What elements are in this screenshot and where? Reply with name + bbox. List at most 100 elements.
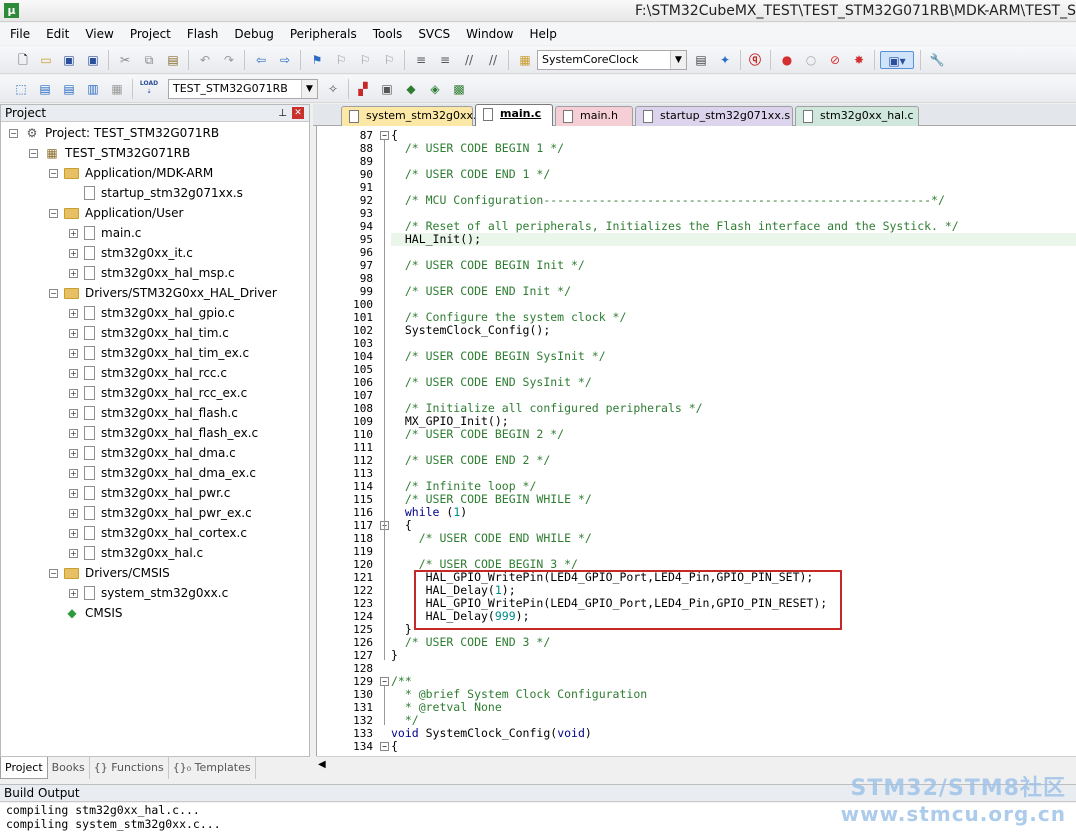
expand-toggle-icon[interactable]: − (49, 208, 58, 218)
tree-item[interactable]: − ⚙ Project: TEST_STM32G071RB (9, 123, 219, 143)
chevron-down-icon[interactable]: ▼ (301, 80, 317, 98)
tree-item[interactable]: + stm32g0xx_hal_flash.c (69, 403, 238, 423)
tree-item[interactable]: + stm32g0xx_hal_dma_ex.c (69, 463, 256, 483)
tree-item[interactable]: − Drivers/STM32G0xx_HAL_Driver (49, 283, 277, 303)
expand-toggle-icon[interactable]: + (69, 388, 78, 398)
undo-icon[interactable]: ↶ (196, 51, 214, 69)
expand-toggle-icon[interactable]: − (9, 128, 18, 138)
indent-icon[interactable]: ≡ (412, 51, 430, 69)
editor-tab[interactable]: main.h (555, 106, 633, 126)
stm32cubemx-icon[interactable]: ▩ (450, 80, 468, 98)
window-layout-dropdown[interactable]: ▣▾ (880, 51, 914, 69)
comment-icon[interactable]: // (460, 51, 478, 69)
tree-item[interactable]: − Drivers/CMSIS (49, 563, 170, 583)
expand-toggle-icon[interactable]: + (69, 348, 78, 358)
kill-breakpoints-icon[interactable]: ✸ (850, 51, 868, 69)
target-combo[interactable]: TEST_STM32G071RB ▼ (168, 79, 318, 99)
prev-bookmark-icon[interactable]: ⚐ (332, 51, 350, 69)
menu-help[interactable]: Help (521, 27, 564, 41)
expand-toggle-icon[interactable]: + (69, 408, 78, 418)
save-icon[interactable]: ▣ (60, 51, 78, 69)
code-editor[interactable]: 87−{88 /* USER CODE BEGIN 1 */89 90 /* US… (316, 126, 1076, 756)
expand-toggle-icon[interactable]: + (69, 468, 78, 478)
disable-breakpoints-icon[interactable]: ⊘ (826, 51, 844, 69)
menu-peripherals[interactable]: Peripherals (282, 27, 365, 41)
clear-bookmarks-icon[interactable]: ⚐ (380, 51, 398, 69)
menu-flash[interactable]: Flash (179, 27, 226, 41)
expand-toggle-icon[interactable]: + (69, 588, 78, 598)
find-icon[interactable]: ▤ (692, 51, 710, 69)
tree-item[interactable]: + stm32g0xx_hal_pwr_ex.c (69, 503, 252, 523)
chevron-down-icon[interactable]: ▼ (670, 51, 686, 69)
menu-debug[interactable]: Debug (226, 27, 281, 41)
find-in-files-icon[interactable]: ▦ (516, 51, 534, 69)
uncomment-icon[interactable]: // (484, 51, 502, 69)
build-icon[interactable]: ▤ (36, 80, 54, 98)
tree-item[interactable]: + stm32g0xx_hal_gpio.c (69, 303, 235, 323)
paste-icon[interactable]: ▤ (164, 51, 182, 69)
tree-item[interactable]: − Application/User (49, 203, 183, 223)
tree-item[interactable]: + stm32g0xx_hal_flash_ex.c (69, 423, 258, 443)
nav-back-icon[interactable]: ⇦ (252, 51, 270, 69)
expand-toggle-icon[interactable]: + (69, 508, 78, 518)
tree-item[interactable]: + stm32g0xx_hal_pwr.c (69, 483, 230, 503)
expand-toggle-icon[interactable]: − (49, 168, 58, 178)
tree-item[interactable]: + stm32g0xx_hal_msp.c (69, 263, 235, 283)
expand-toggle-icon[interactable]: + (69, 248, 78, 258)
menu-svcs[interactable]: SVCS (410, 27, 458, 41)
select-packs-icon[interactable]: ▣ (378, 80, 396, 98)
editor-tab[interactable]: system_stm32g0xx.c (341, 106, 483, 126)
editor-tab[interactable]: main.c (475, 104, 553, 126)
editor-tab[interactable]: stm32g0xx_hal.c (795, 106, 919, 126)
manage-rte-icon[interactable]: ◆ (402, 80, 420, 98)
redo-icon[interactable]: ↷ (220, 51, 238, 69)
incremental-find-icon[interactable]: ✦ (716, 51, 734, 69)
stop-build-icon[interactable]: ▦ (108, 80, 126, 98)
menu-window[interactable]: Window (458, 27, 521, 41)
expand-toggle-icon[interactable]: + (69, 268, 78, 278)
batch-build-icon[interactable]: ▥ (84, 80, 102, 98)
expand-toggle-icon[interactable]: + (69, 328, 78, 338)
download-icon[interactable]: LOAD ⇣ (138, 80, 160, 98)
next-bookmark-icon[interactable]: ⚐ (356, 51, 374, 69)
nav-forward-icon[interactable]: ⇨ (276, 51, 294, 69)
panel-tab-2[interactable]: {} Functions (90, 757, 169, 779)
menu-project[interactable]: Project (122, 27, 179, 41)
menu-edit[interactable]: Edit (38, 27, 77, 41)
fold-toggle-icon[interactable]: − (380, 131, 389, 140)
expand-toggle-icon[interactable]: + (69, 488, 78, 498)
expand-toggle-icon[interactable]: + (69, 428, 78, 438)
expand-toggle-icon[interactable]: + (69, 548, 78, 558)
translate-icon[interactable]: ⬚ (12, 80, 30, 98)
tree-item[interactable]: + stm32g0xx_hal_rcc.c (69, 363, 227, 383)
tree-item[interactable]: + stm32g0xx_it.c (69, 243, 193, 263)
debug-session-icon[interactable]: ⓠ (746, 51, 764, 69)
tree-item[interactable]: − ▦ TEST_STM32G071RB (29, 143, 190, 163)
panel-tab-0[interactable]: Project (0, 757, 48, 779)
pin-icon[interactable]: ⊥ (278, 106, 287, 122)
tree-item[interactable]: + stm32g0xx_hal_tim_ex.c (69, 343, 249, 363)
panel-tab-3[interactable]: {}₀ Templates (169, 757, 256, 779)
pack-installer-icon[interactable]: ◈ (426, 80, 444, 98)
menu-file[interactable]: File (2, 27, 38, 41)
expand-toggle-icon[interactable]: − (49, 568, 58, 578)
tree-item[interactable]: − Application/MDK-ARM (49, 163, 213, 183)
expand-toggle-icon[interactable]: + (69, 528, 78, 538)
tree-item[interactable]: ◆ CMSIS (49, 603, 122, 623)
tree-item[interactable]: + stm32g0xx_hal_rcc_ex.c (69, 383, 247, 403)
scroll-left-icon[interactable]: ◀ (318, 759, 326, 770)
tree-item[interactable]: + stm32g0xx_hal_cortex.c (69, 523, 247, 543)
expand-toggle-icon[interactable]: + (69, 448, 78, 458)
configure-icon[interactable]: 🔧 (928, 51, 946, 69)
enable-breakpoint-icon[interactable]: ○ (802, 51, 820, 69)
insert-breakpoint-icon[interactable]: ● (778, 51, 796, 69)
tree-item[interactable]: + stm32g0xx_hal.c (69, 543, 203, 563)
menu-tools[interactable]: Tools (365, 27, 411, 41)
save-all-icon[interactable]: ▣ (84, 51, 102, 69)
tree-item[interactable]: + stm32g0xx_hal_dma.c (69, 443, 236, 463)
tree-item[interactable]: + main.c (69, 223, 141, 243)
symbol-combo[interactable]: SystemCoreClock ▼ (537, 50, 687, 70)
menu-view[interactable]: View (77, 27, 121, 41)
rebuild-icon[interactable]: ▤ (60, 80, 78, 98)
copy-icon[interactable]: ⧉ (140, 51, 158, 69)
